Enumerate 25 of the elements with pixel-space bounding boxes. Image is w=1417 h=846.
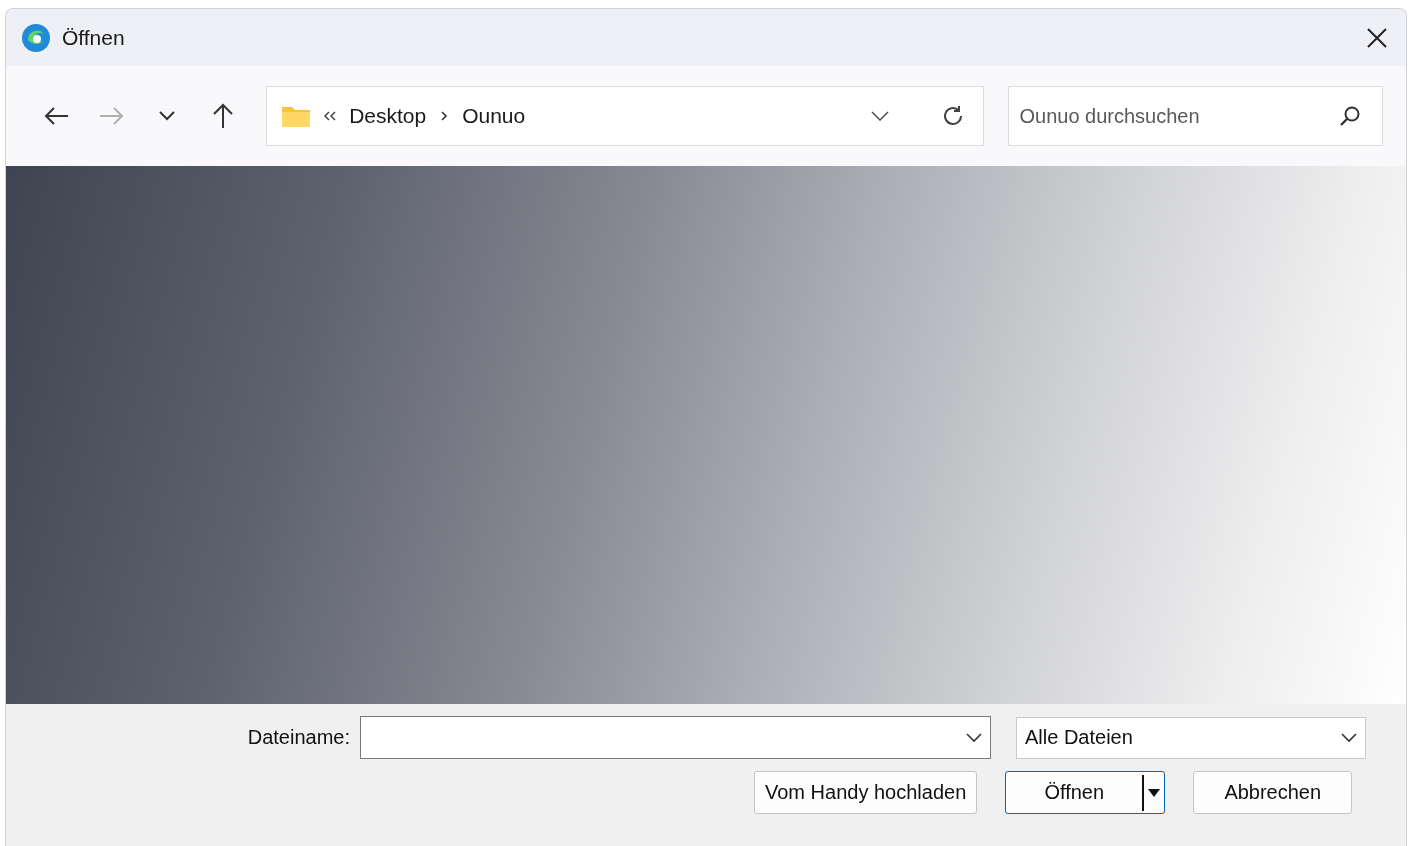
folder-icon: [281, 104, 312, 128]
dialog-button[interactable]: Vom Handy hochladen: [754, 771, 978, 814]
address-bar[interactable]: Desktop Ounuo: [266, 86, 985, 146]
double-chevron-icon: [323, 110, 338, 122]
dialog-button[interactable]: Abbrechen: [1193, 771, 1353, 814]
dropdown-triangle-icon: [1148, 788, 1161, 797]
search-icon: [1339, 105, 1361, 127]
chevron-down-icon: [1341, 732, 1357, 743]
chevron-down-icon: [159, 111, 176, 121]
forward-arrow-icon: [98, 106, 125, 126]
file-name-field[interactable]: [360, 716, 991, 759]
breadcrumb-item[interactable]: Desktop: [349, 104, 427, 128]
open-button[interactable]: Öffnen: [1005, 771, 1166, 814]
back-arrow-icon: [42, 106, 69, 126]
file-type-dropdown[interactable]: Alle Dateien: [1016, 716, 1366, 759]
search-field[interactable]: Ounuo durchsuchen: [1008, 86, 1383, 146]
window-title: Öffnen: [62, 25, 126, 50]
file-name-label: Dateiname:: [246, 726, 351, 749]
chevron-right-icon: [440, 110, 449, 122]
breadcrumb-item[interactable]: Ounuo: [462, 104, 526, 128]
up-arrow-icon: [212, 103, 235, 129]
chevron-down-icon: [966, 732, 982, 743]
browser-logo-icon: [20, 21, 52, 54]
close-icon: [1366, 26, 1388, 49]
chevron-down-icon: [871, 111, 890, 121]
